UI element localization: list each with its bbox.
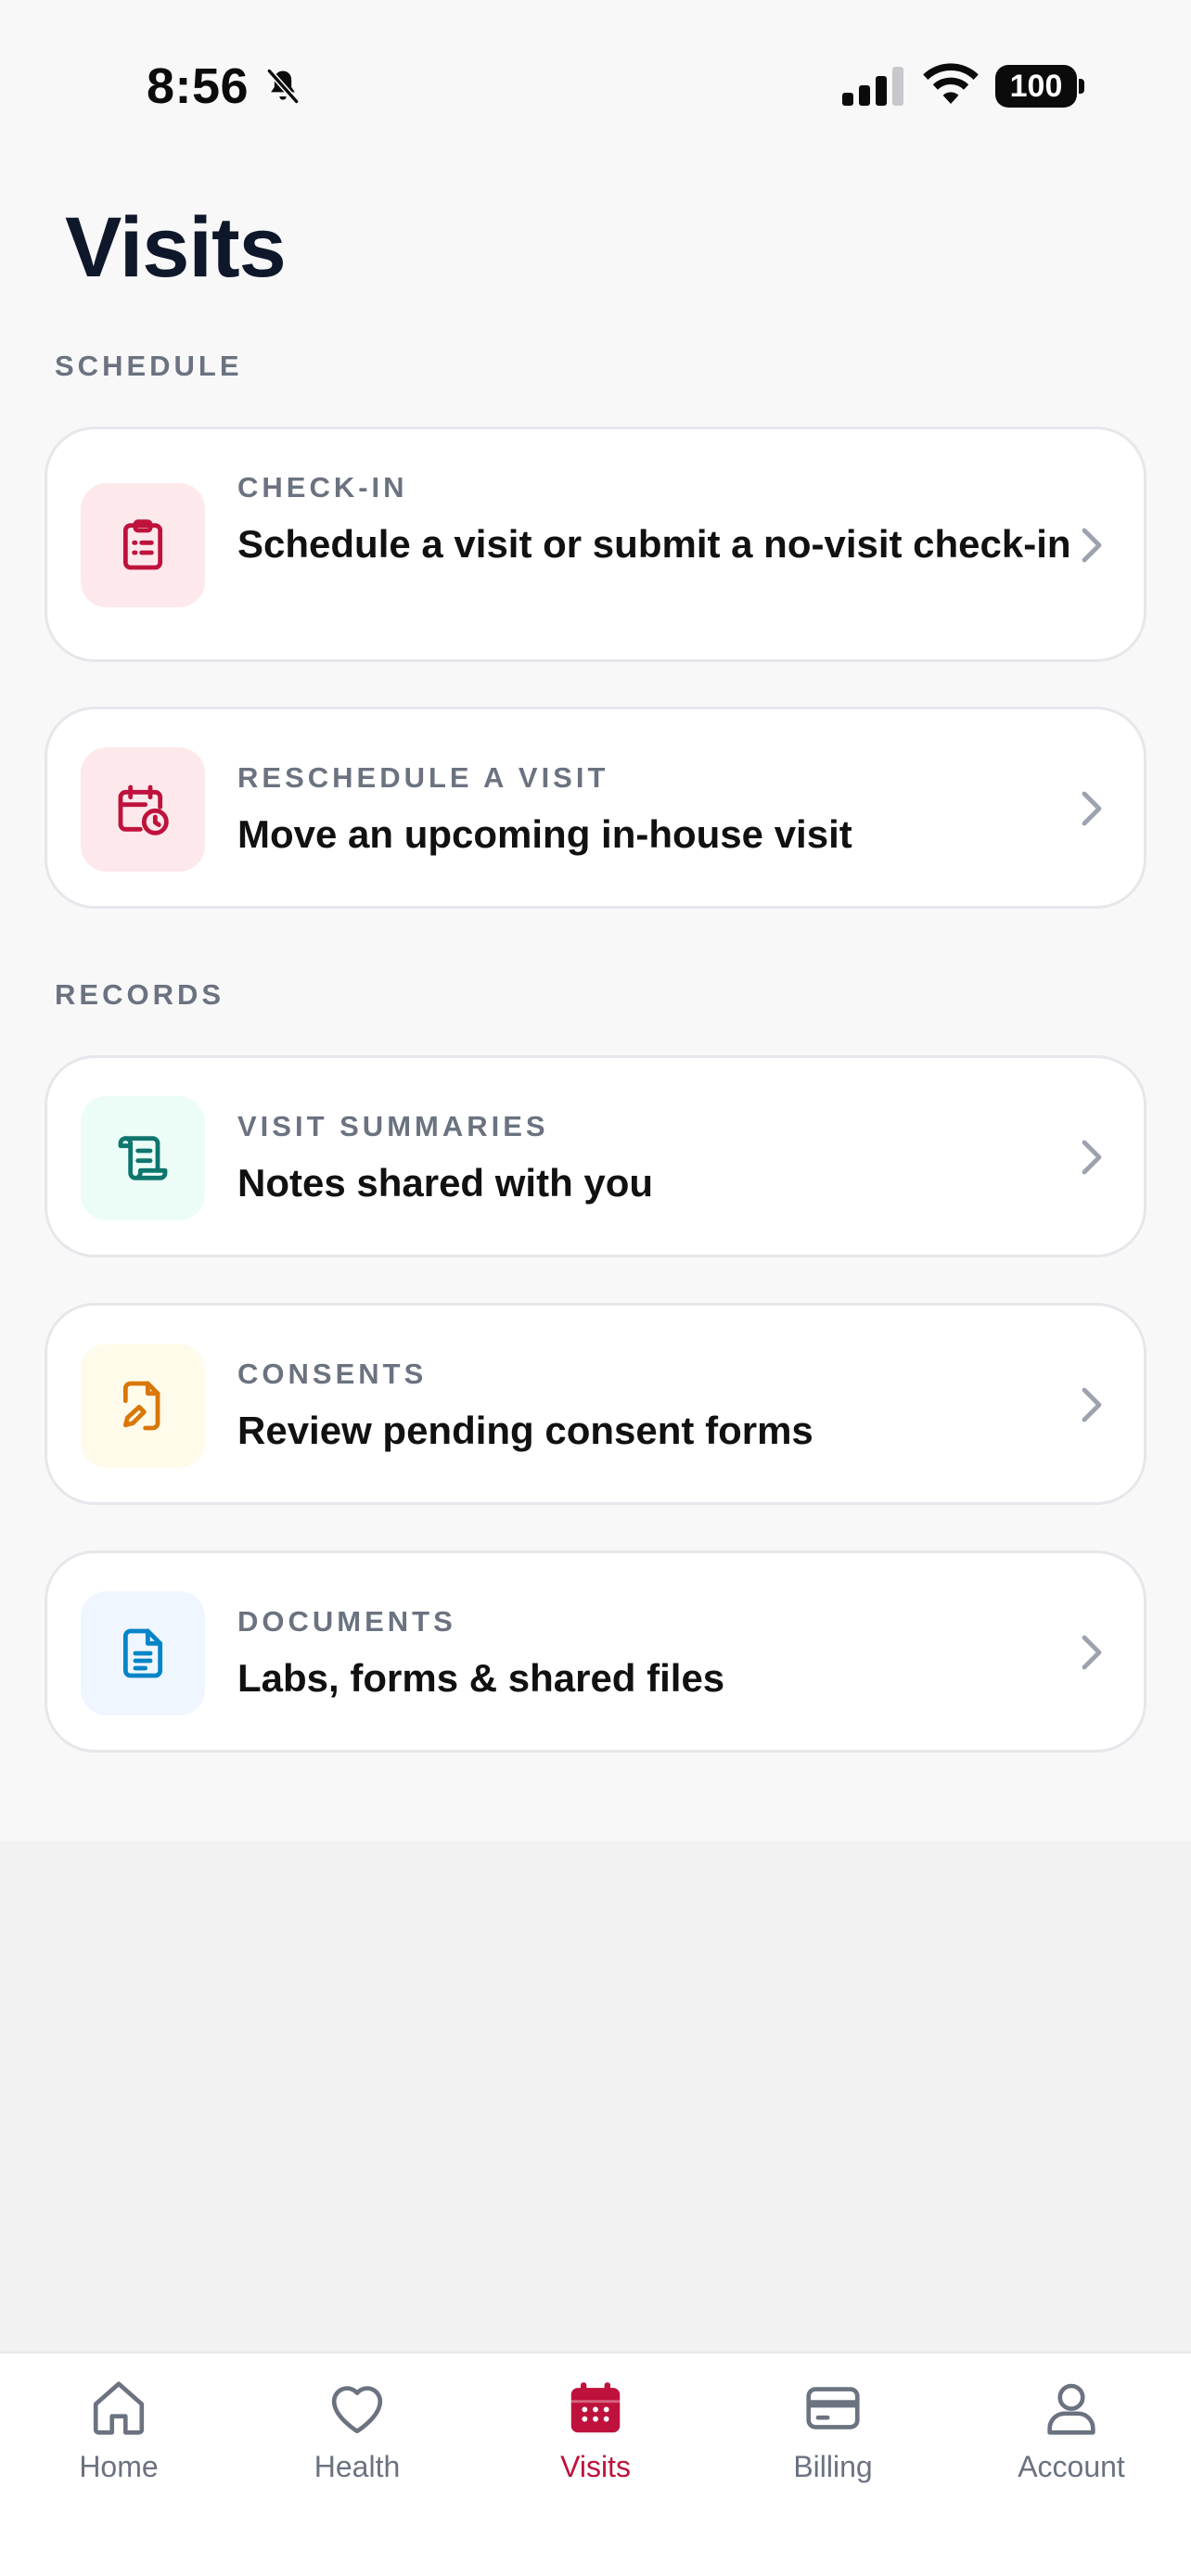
checkin-title: Schedule a visit or submit a no-visit ch…: [237, 522, 1071, 566]
tab-account-label: Account: [1018, 2450, 1125, 2483]
chevron-right-icon: [1082, 1387, 1102, 1422]
tab-billing[interactable]: Billing: [749, 2353, 916, 2520]
wifi-icon: [923, 63, 979, 104]
consents-kicker: CONSENTS: [237, 1358, 428, 1390]
documents-icon-badge: [81, 1591, 205, 1715]
file-text-icon: [122, 1628, 163, 1678]
checkin-card[interactable]: CHECK-IN Schedule a visit or submit a no…: [45, 427, 1146, 662]
credit-card-icon: [806, 2387, 860, 2429]
consents-title: Review pending consent forms: [237, 1409, 813, 1452]
tab-billing-label: Billing: [793, 2450, 873, 2483]
page-title: Visits: [65, 200, 287, 295]
bell-slash-icon: [266, 69, 300, 104]
tab-home[interactable]: Home: [35, 2353, 202, 2520]
heart-icon: [331, 2386, 383, 2434]
battery-level: 100: [995, 65, 1077, 108]
tab-visits-label: Visits: [560, 2450, 631, 2483]
clipboard-icon: [122, 519, 163, 570]
documents-kicker: DOCUMENTS: [237, 1605, 456, 1638]
home-icon: [93, 2381, 145, 2435]
summaries-icon-badge: [81, 1096, 205, 1220]
documents-card[interactable]: DOCUMENTS Labs, forms & shared files: [45, 1550, 1146, 1753]
file-signature-icon: [122, 1381, 160, 1431]
battery-indicator: 100: [995, 65, 1084, 108]
scroll-icon: [118, 1136, 168, 1180]
tab-account[interactable]: Account: [988, 2353, 1155, 2520]
reschedule-kicker: RESCHEDULE A VISIT: [237, 761, 609, 794]
chevron-right-icon: [1082, 528, 1102, 563]
checkin-icon-badge: [81, 483, 205, 607]
summaries-title: Notes shared with you: [237, 1161, 654, 1205]
section-label-schedule: SCHEDULE: [55, 350, 243, 382]
chevron-right-icon: [1082, 791, 1102, 826]
calendar-icon: [570, 2382, 621, 2433]
user-icon: [1047, 2383, 1095, 2435]
tab-bar: Home Health Visits Billing Account: [0, 2352, 1191, 2576]
consents-icon-badge: [81, 1344, 205, 1468]
documents-title: Labs, forms & shared files: [237, 1656, 725, 1700]
battery-cap: [1079, 79, 1084, 94]
consents-card[interactable]: CONSENTS Review pending consent forms: [45, 1303, 1146, 1505]
chevron-right-icon: [1082, 1140, 1102, 1175]
tab-visits[interactable]: Visits: [512, 2353, 679, 2520]
status-time: 8:56: [147, 58, 250, 114]
tab-health-label: Health: [314, 2450, 401, 2483]
summaries-kicker: VISIT SUMMARIES: [237, 1110, 549, 1142]
chevron-right-icon: [1082, 1635, 1102, 1670]
tab-health[interactable]: Health: [274, 2353, 441, 2520]
reschedule-title: Move an upcoming in-house visit: [237, 812, 852, 856]
tab-home-label: Home: [79, 2450, 159, 2483]
section-label-records: RECORDS: [55, 978, 225, 1011]
status-bar: 8:56 100: [0, 0, 1191, 176]
reschedule-icon-badge: [81, 747, 205, 872]
calendar-clock-icon: [118, 784, 169, 835]
cellular-signal-icon: [842, 67, 903, 106]
visit-summaries-card[interactable]: VISIT SUMMARIES Notes shared with you: [45, 1055, 1146, 1257]
reschedule-card[interactable]: RESCHEDULE A VISIT Move an upcoming in-h…: [45, 707, 1146, 909]
checkin-kicker: CHECK-IN: [237, 471, 408, 504]
